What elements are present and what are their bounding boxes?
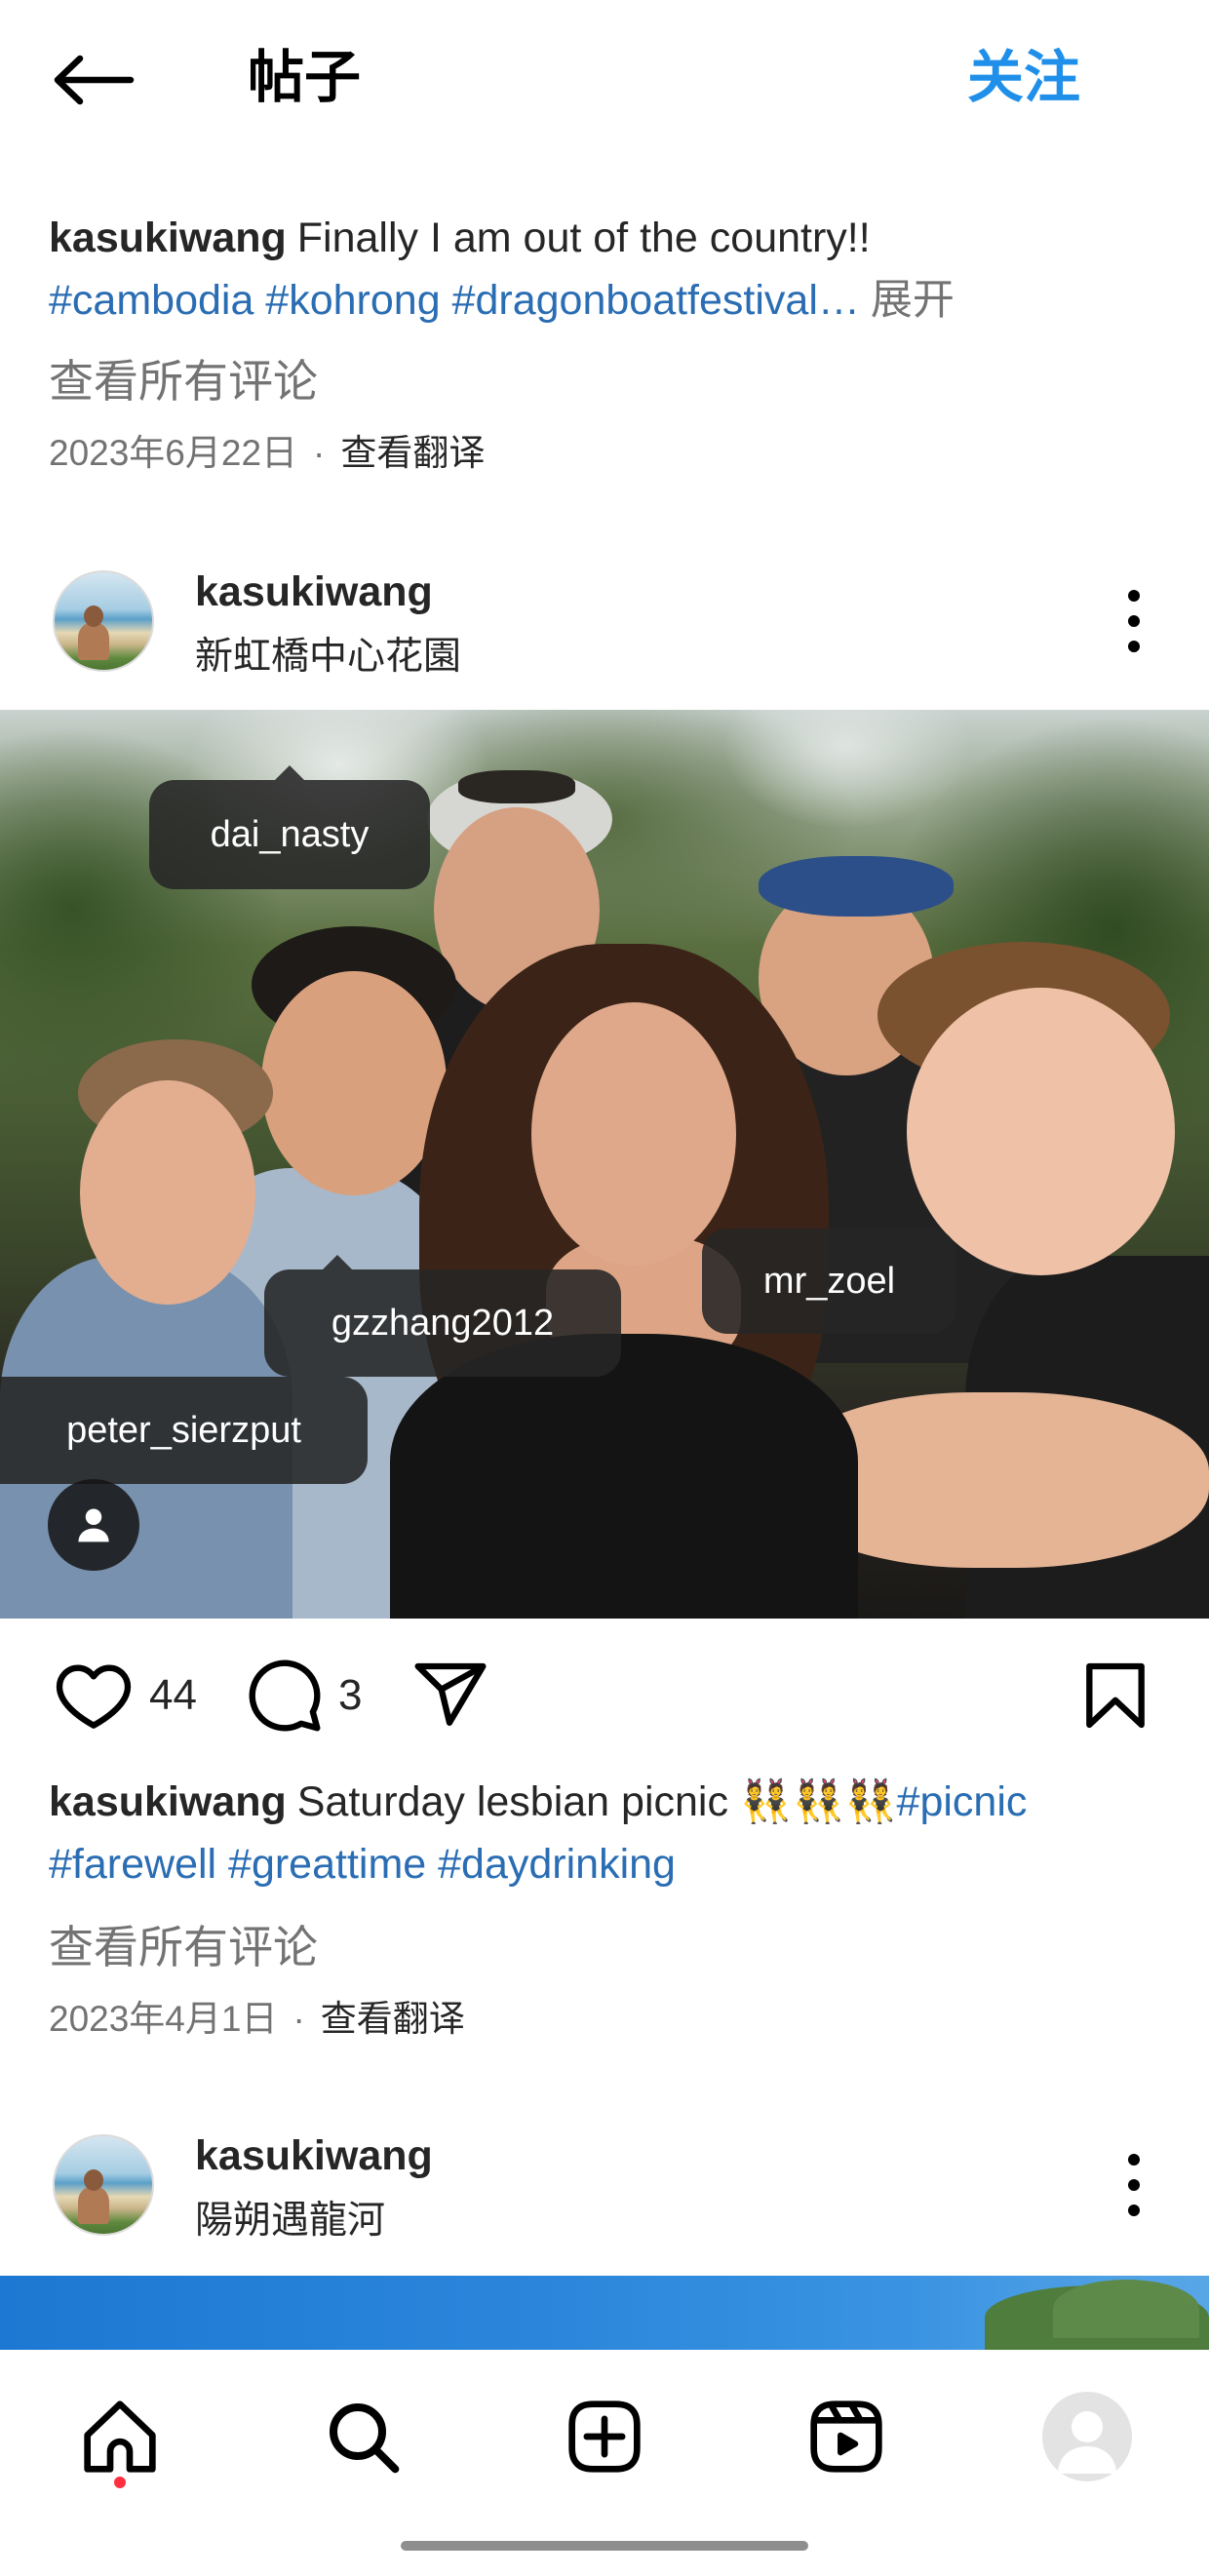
more-vertical-icon (1128, 590, 1140, 652)
nav-profile-button[interactable] (1042, 2392, 1132, 2481)
avatar-figure-head (84, 2169, 103, 2191)
photo-person-face (907, 988, 1175, 1275)
photo-person-face (531, 1002, 736, 1266)
post-date: 2023年6月22日 (49, 433, 298, 473)
avatar-figure-head (84, 605, 103, 627)
more-options-button[interactable] (1122, 2150, 1146, 2220)
post-location[interactable]: 陽朔遇龍河 (195, 2194, 385, 2248)
view-all-comments-link[interactable]: 查看所有评论 (49, 1915, 318, 1979)
photo-tag[interactable]: mr_zoel (702, 1229, 956, 1334)
photo-sunglasses (458, 770, 575, 803)
comment-button[interactable] (246, 1657, 324, 1735)
search-icon (330, 2403, 400, 2474)
see-translation-link[interactable]: 查看翻译 (321, 1999, 465, 2039)
like-button[interactable] (55, 1657, 133, 1735)
caption-hashtags[interactable]: #farewell #greattime #daydrinking (49, 1841, 676, 1888)
nav-create-button[interactable] (566, 2398, 644, 2476)
nav-reels-button[interactable] (807, 2398, 885, 2476)
post-location[interactable]: 新虹橋中心花園 (195, 630, 461, 684)
photo-hill (1053, 2280, 1199, 2338)
photo-person-face (80, 1080, 255, 1305)
nav-search-button[interactable] (324, 2398, 402, 2476)
next-post-photo[interactable] (0, 2276, 1209, 2350)
arrow-left-icon (54, 55, 135, 105)
view-all-comments-link[interactable]: 查看所有评论 (49, 349, 318, 413)
likes-count[interactable]: 44 (149, 1668, 197, 1723)
home-indicator[interactable] (401, 2541, 808, 2551)
photo-bandana (759, 856, 954, 917)
home-icon (84, 2400, 156, 2473)
caption-hashtag[interactable]: #picnic (897, 1778, 1028, 1825)
post-photo[interactable]: dai_nasty gzzhang2012 mr_zoel peter_sier… (0, 710, 1209, 1619)
person-icon (78, 1508, 109, 1542)
caption-text: Finally I am out of the country!! (296, 215, 871, 261)
caption-username[interactable]: kasukiwang (49, 215, 287, 261)
post-meta: 2023年6月22日 · 查看翻译 (49, 428, 485, 479)
caption-username[interactable]: kasukiwang (49, 1778, 287, 1825)
avatar[interactable] (53, 2134, 154, 2236)
expand-caption-button[interactable]: 展开 (871, 277, 955, 324)
profile-avatar-icon (1058, 2411, 1116, 2474)
save-button[interactable] (1076, 1657, 1154, 1735)
photo-tag[interactable]: peter_sierzput (0, 1377, 368, 1484)
more-options-button[interactable] (1122, 586, 1146, 656)
caption-line: kasukiwang Saturday lesbian picnic 👯👯👯#pi… (49, 1771, 1170, 1833)
send-icon (414, 1662, 487, 1726)
comment-icon (249, 1659, 321, 1732)
page-title: 帖子 (248, 46, 362, 109)
comments-count[interactable]: 3 (338, 1668, 362, 1723)
photo-tag[interactable]: dai_nasty (149, 765, 430, 889)
plus-square-icon (568, 2400, 641, 2473)
caption-hashtags[interactable]: #cambodia #kohrong #dragonboatfestival… (49, 277, 860, 324)
back-button[interactable] (49, 55, 135, 105)
avatar-figure-body (78, 2187, 109, 2224)
bottom-nav (0, 2350, 1209, 2576)
tagged-people-button[interactable] (48, 1479, 139, 1571)
caption-line: kasukiwang Finally I am out of the countr… (49, 207, 1170, 269)
see-translation-link[interactable]: 查看翻译 (340, 433, 485, 473)
follow-button[interactable]: 关注 (967, 43, 1080, 113)
bookmark-icon (1086, 1662, 1145, 1729)
post-date: 2023年4月1日 (49, 1999, 278, 2039)
avatar-figure-body (78, 623, 109, 660)
notification-dot (114, 2477, 126, 2488)
photo-tag-label: mr_zoel (762, 1260, 896, 1302)
photo-tag-label: gzzhang2012 (331, 1302, 555, 1344)
post-caption: kasukiwang Saturday lesbian picnic 👯👯👯#pi… (49, 1771, 1170, 1895)
separator-dot: · (292, 1999, 305, 2039)
photo-tag[interactable]: gzzhang2012 (264, 1255, 621, 1377)
photo-person-face (261, 971, 447, 1195)
previous-post-caption: kasukiwang Finally I am out of the countr… (49, 207, 1170, 332)
caption-line: #farewell #greattime #daydrinking (49, 1833, 1170, 1895)
post-username[interactable]: kasukiwang (195, 2127, 433, 2184)
photo-tag-label: dai_nasty (210, 813, 370, 855)
post-meta: 2023年4月1日 · 查看翻译 (49, 1994, 465, 2045)
share-button[interactable] (411, 1657, 489, 1735)
photo-tag-label: peter_sierzput (66, 1409, 301, 1451)
nav-home-button[interactable] (81, 2398, 159, 2476)
separator-dot: · (313, 433, 326, 473)
heart-icon (56, 1664, 132, 1729)
reels-icon (810, 2400, 882, 2473)
caption-line: #cambodia #kohrong #dragonboatfestival… 展… (49, 269, 1170, 332)
post-username[interactable]: kasukiwang (195, 564, 433, 620)
avatar[interactable] (53, 570, 154, 672)
caption-text: Saturday lesbian picnic 👯👯👯 (296, 1778, 897, 1825)
more-vertical-icon (1128, 2154, 1140, 2216)
